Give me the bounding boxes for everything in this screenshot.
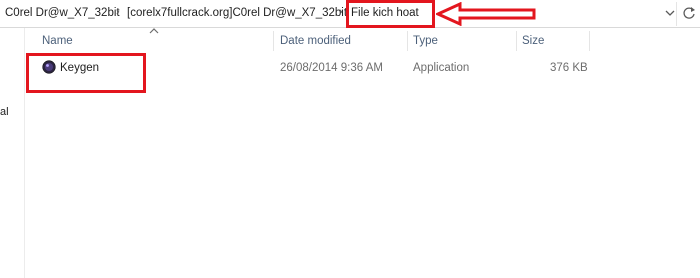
column-header-name[interactable]: Name: [42, 35, 73, 47]
refresh-icon[interactable]: [681, 4, 697, 22]
breadcrumb-crack-folder[interactable]: [corelx7fullcrack.org]C0rel Dr@w_X7_32bi…: [127, 7, 347, 19]
annotation-arrow-icon: [436, 2, 536, 26]
navigation-pane[interactable]: al: [0, 28, 25, 278]
column-divider[interactable]: [407, 31, 408, 51]
column-header-date-modified[interactable]: Date modified: [280, 35, 351, 47]
file-type: Application: [413, 62, 470, 74]
breadcrumb-corel-folder[interactable]: C0rel Dr@w_X7_32bit: [5, 7, 120, 19]
annotation-box-current-folder: [346, 0, 435, 28]
breadcrumb-separator[interactable]: ›: [339, 6, 343, 18]
column-header-size[interactable]: Size: [522, 35, 544, 47]
column-divider[interactable]: [516, 31, 517, 51]
file-size: 376 KB: [550, 62, 588, 74]
breadcrumb-separator[interactable]: ›: [116, 6, 120, 18]
divider: [676, 2, 677, 26]
sort-ascending-icon: [149, 28, 159, 34]
file-date-modified: 26/08/2014 9:36 AM: [280, 62, 383, 74]
chevron-down-icon[interactable]: [663, 4, 677, 22]
column-divider[interactable]: [589, 31, 590, 51]
column-divider[interactable]: [273, 31, 274, 51]
column-header-type[interactable]: Type: [413, 35, 438, 47]
nav-item-fragment[interactable]: al: [0, 106, 9, 118]
annotation-box-keygen: [26, 53, 146, 93]
